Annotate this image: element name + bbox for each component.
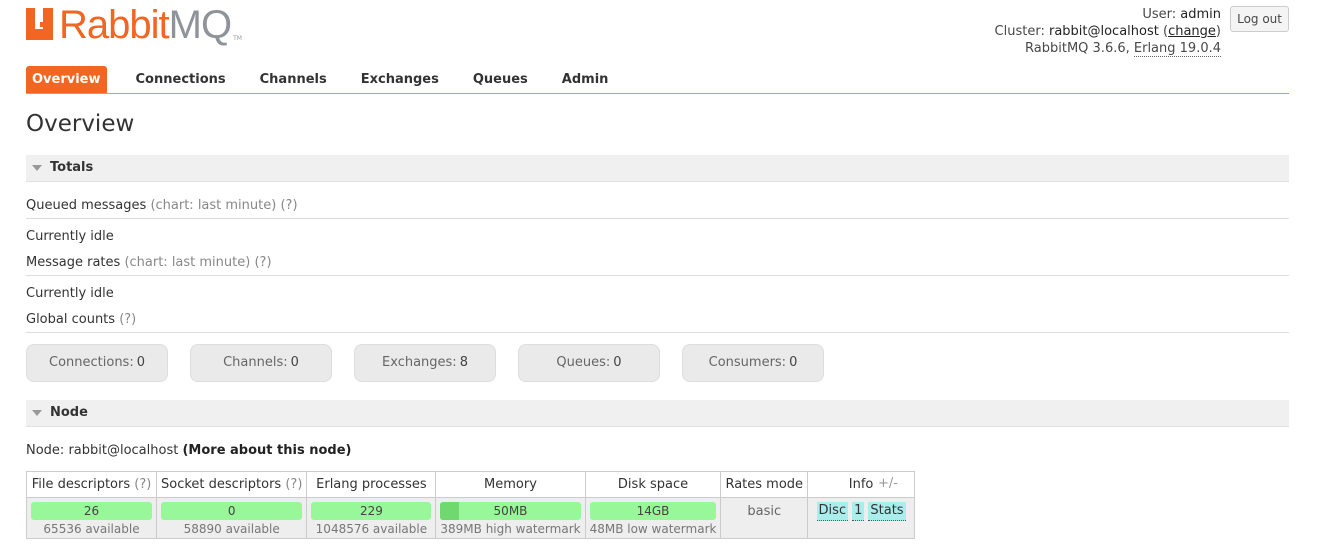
erlang-processes-bar: 229 — [311, 502, 432, 520]
rates-status: Currently idle — [26, 286, 114, 301]
cluster-line: Cluster: rabbit@localhost (change) — [994, 24, 1221, 39]
disk-space-cell: 14GB 48MB low watermark — [584, 497, 722, 539]
change-cluster-link[interactable]: change — [1168, 24, 1216, 39]
col-rates-mode: Rates mode — [720, 471, 809, 498]
memory-bar: 50MB — [440, 502, 581, 520]
global-counts: Connections: 0 Channels: 0 Exchanges: 8 Que… — [26, 344, 846, 382]
rabbitmq-logo[interactable]: RabbitMQ TM — [26, 3, 242, 47]
socket-descriptors-available: 58890 available — [183, 522, 280, 536]
queued-messages-header: Queued messages (chart: last minute) (?) — [26, 196, 1289, 219]
col-memory: Memory — [435, 471, 586, 498]
memory-cell: 50MB 389MB high watermark — [435, 497, 586, 539]
col-socket-descriptors: Socket descriptors (?) — [155, 471, 308, 498]
username: admin — [1180, 7, 1221, 22]
rates-chart-range-link[interactable]: (chart: last minute) — [124, 255, 250, 270]
login-details: User: admin Cluster: rabbit@localhost (c… — [995, 6, 1221, 57]
node-section-toggle[interactable]: Node — [26, 400, 1289, 427]
count-connections[interactable]: Connections: 0 — [26, 344, 168, 382]
main-nav-tabs: Overview Connections Channels Exchanges … — [26, 66, 1289, 94]
queued-status: Currently idle — [26, 229, 114, 244]
count-queues[interactable]: Queues: 0 — [518, 344, 660, 382]
col-disk-space: Disk space — [584, 471, 722, 498]
rabbitmq-logo-mark-icon — [26, 8, 53, 40]
global-help-icon[interactable]: (?) — [119, 312, 136, 327]
node-heading: Node — [50, 405, 88, 420]
socket-descriptors-bar: 0 — [161, 502, 303, 520]
disk-low-watermark: 48MB low watermark — [589, 522, 717, 536]
cluster-name: rabbit@localhost — [1048, 24, 1159, 39]
logout-button[interactable]: Log out — [1230, 6, 1289, 32]
disk-space-bar: 14GB — [589, 502, 717, 520]
queued-help-icon[interactable]: (?) — [280, 198, 297, 213]
header: RabbitMQ TM User: admin Cluster: rabbit@… — [26, 0, 1289, 95]
column-toggle-button[interactable]: +/- — [878, 476, 898, 491]
file-descriptors-bar: 26 — [31, 502, 152, 520]
col-info: Info — [807, 471, 916, 498]
version-line: RabbitMQ 3.6.6, Erlang 19.0.4 — [1025, 41, 1221, 57]
count-consumers[interactable]: Consumers: 0 — [682, 344, 824, 382]
totals-heading: Totals — [50, 160, 94, 175]
count-channels[interactable]: Channels: 0 — [190, 344, 332, 382]
global-counts-header: Global counts (?) — [26, 310, 1289, 333]
info-stats-badge[interactable]: Stats — [868, 502, 906, 521]
col-erlang-processes: Erlang processes — [306, 471, 437, 498]
col-file-descriptors: File descriptors (?) — [26, 471, 157, 498]
logo-wordmark: RabbitMQ — [59, 3, 232, 47]
info-one-badge[interactable]: 1 — [852, 502, 865, 521]
queued-chart-range-link[interactable]: (chart: last minute) — [150, 198, 276, 213]
tab-connections[interactable]: Connections — [119, 66, 243, 93]
more-about-node-link[interactable]: (More about this node) — [182, 443, 351, 458]
totals-section-toggle[interactable]: Totals — [26, 155, 1289, 182]
memory-high-watermark: 389MB high watermark — [440, 522, 581, 536]
tab-overview[interactable]: Overview — [26, 66, 107, 93]
node-line: Node: rabbit@localhost (More about this … — [26, 443, 351, 458]
file-descriptors-available: 65536 available — [43, 522, 140, 536]
page-title: Overview — [26, 111, 135, 137]
socket-desc-help-icon[interactable]: (?) — [285, 477, 302, 492]
file-descriptors-cell: 26 65536 available — [26, 497, 157, 539]
node-table: File descriptors (?) Socket descriptors … — [26, 471, 916, 539]
rates-help-icon[interactable]: (?) — [254, 255, 271, 270]
socket-descriptors-cell: 0 58890 available — [155, 497, 308, 539]
erlang-version: Erlang 19.0.4 — [1133, 41, 1221, 57]
rates-mode-cell: basic — [720, 497, 809, 539]
erlang-processes-available: 1048576 available — [315, 522, 428, 536]
tab-exchanges[interactable]: Exchanges — [344, 66, 456, 93]
count-exchanges[interactable]: Exchanges: 8 — [354, 344, 496, 382]
info-cell: Disc 1 Stats — [807, 497, 916, 539]
tab-queues[interactable]: Queues — [456, 66, 545, 93]
tab-admin[interactable]: Admin — [545, 66, 626, 93]
collapse-triangle-icon — [32, 409, 42, 416]
logo-trademark: TM — [233, 35, 242, 42]
tab-channels[interactable]: Channels — [243, 66, 344, 93]
memory-bar-fill — [440, 502, 459, 520]
info-disc-badge[interactable]: Disc — [816, 502, 849, 521]
table-row: 26 65536 available 0 58890 available 229… — [26, 497, 916, 539]
collapse-triangle-icon — [32, 164, 42, 171]
file-desc-help-icon[interactable]: (?) — [134, 477, 151, 492]
node-name: Node: rabbit@localhost — [26, 443, 179, 458]
erlang-processes-cell: 229 1048576 available — [306, 497, 437, 539]
user-line: User: admin — [1142, 7, 1221, 22]
message-rates-header: Message rates (chart: last minute) (?) — [26, 253, 1289, 276]
